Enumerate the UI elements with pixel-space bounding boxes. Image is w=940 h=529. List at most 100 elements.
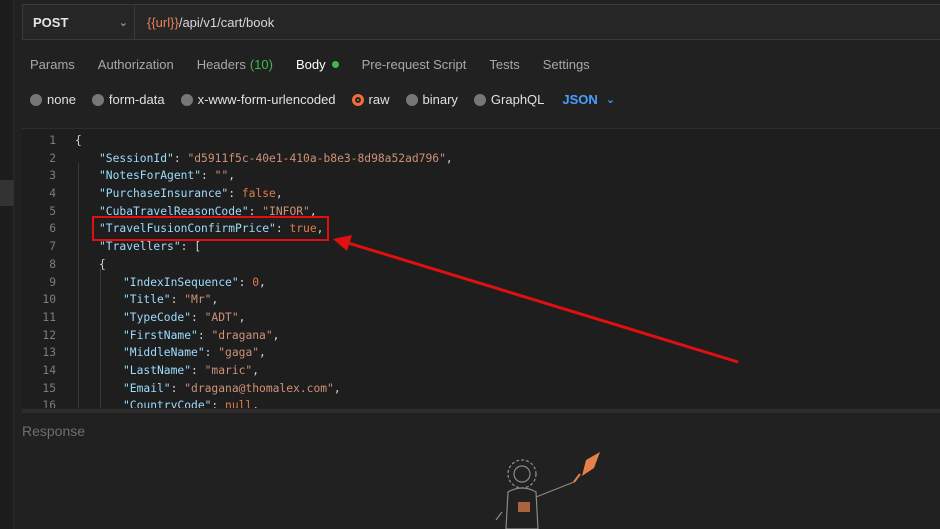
tab-settings[interactable]: Settings: [543, 57, 590, 72]
json-key: "SessionId": [99, 151, 174, 165]
json-key: "NotesForAgent": [99, 169, 202, 183]
radio-x-www-form-urlencoded[interactable]: x-www-form-urlencoded: [180, 92, 336, 107]
code-line: 1{: [22, 132, 940, 150]
format-select[interactable]: JSON ⌄: [562, 92, 615, 107]
json-value: "dragana@thomalex.com": [184, 381, 334, 395]
radio-form-data[interactable]: form-data: [91, 92, 165, 107]
json-value: "maric": [204, 363, 253, 377]
code-content: "FirstName": "dragana",: [123, 328, 280, 342]
tab-label: Tests: [489, 57, 520, 72]
tab-label: Settings: [542, 57, 590, 72]
code-content: "Title": "Mr",: [123, 293, 219, 307]
json-value: "dragana": [211, 328, 273, 342]
json-key: "Title": [123, 293, 171, 307]
code-content: {: [99, 256, 106, 274]
line-number: 11: [42, 310, 56, 324]
url-path: /api/v1/cart/book: [178, 14, 275, 30]
radio-label: raw: [368, 92, 390, 107]
code-punctuation: ,: [259, 275, 266, 289]
radio-none[interactable]: none: [30, 92, 76, 107]
radio-binary[interactable]: binary: [405, 92, 458, 107]
active-dot-icon: [331, 61, 339, 68]
line-number: 5: [49, 204, 56, 218]
line-number: 3: [49, 169, 56, 183]
radio-circle-icon: [91, 93, 104, 106]
url-variable: {{url}}: [147, 14, 179, 30]
tab-label: Body: [295, 57, 326, 72]
method-label: POST: [33, 14, 69, 30]
radio-circle-icon: [405, 93, 418, 106]
radio-graphql[interactable]: GraphQL: [473, 92, 545, 107]
left-sidebar-strip: [0, 0, 14, 529]
code-content: {: [75, 132, 82, 150]
method-select[interactable]: POST ⌄: [23, 5, 135, 39]
code-content: "CountryCode": null,: [123, 397, 259, 408]
radio-label: form-data: [108, 92, 165, 107]
json-value: "Mr": [184, 293, 212, 307]
tab-params[interactable]: Params: [30, 57, 75, 72]
json-key: "FirstName": [123, 328, 198, 342]
code-punctuation: ,: [272, 328, 280, 342]
json-key: "Email": [123, 381, 171, 395]
headers-count-badge: (10): [249, 57, 273, 72]
body-type-radios: none form-data x-www-form-urlencoded raw…: [30, 92, 615, 107]
line-number: 16: [42, 399, 56, 408]
code-line: 12 "FirstName": "dragana",: [22, 327, 940, 345]
radio-circle-icon: [180, 93, 193, 106]
code-line: 8{: [22, 256, 940, 274]
line-number: 9: [49, 275, 56, 289]
request-tabs: Params Authorization Headers (10) Body Pr…: [30, 57, 613, 72]
code-line: 3 "NotesForAgent": "",: [22, 167, 940, 185]
code-line: 4 "PurchaseInsurance": false,: [22, 185, 940, 203]
radio-selected-icon: [351, 93, 364, 106]
tab-pre-request-script[interactable]: Pre-request Script: [362, 57, 467, 72]
request-bar: POST ⌄ {{url}}/api/v1/cart/book: [22, 4, 940, 40]
code-punctuation: ,: [252, 363, 260, 377]
code-line: 10 "Title": "Mr",: [22, 291, 940, 309]
chevron-down-icon: ⌄: [605, 94, 616, 106]
url-input[interactable]: {{url}}/api/v1/cart/book: [135, 15, 274, 30]
astronaut-rocket-illustration-icon: [495, 452, 600, 529]
tab-label: Headers: [196, 57, 246, 72]
line-number: 7: [49, 240, 56, 254]
tab-tests[interactable]: Tests: [489, 57, 519, 72]
line-number: 8: [49, 257, 56, 271]
code-punctuation: ,: [275, 187, 283, 201]
tab-label: Pre-request Script: [361, 57, 467, 72]
code-content: "PurchaseInsurance": false,: [99, 187, 283, 201]
radio-raw[interactable]: raw: [351, 92, 390, 107]
json-value: "d5911f5c-40e1-410a-b8e3-8d98a52ad796": [187, 151, 446, 165]
code-line: 11 "TypeCode": "ADT",: [22, 309, 940, 327]
code-content: "IndexInSequence": 0,: [123, 275, 266, 289]
line-number: 1: [49, 134, 56, 147]
code-punctuation: ,: [333, 381, 341, 395]
code-line: 14 "LastName": "maric",: [22, 362, 940, 380]
code-punctuation: ,: [238, 310, 246, 324]
sidebar-marker: [0, 180, 14, 206]
tab-body[interactable]: Body: [296, 57, 339, 72]
code-line: 9 "IndexInSequence": 0,: [22, 274, 940, 292]
radio-label: GraphQL: [490, 92, 545, 107]
radio-label: x-www-form-urlencoded: [197, 92, 336, 107]
line-number: 4: [49, 187, 56, 201]
tab-authorization[interactable]: Authorization: [98, 57, 174, 72]
code-editor[interactable]: 1{2 "SessionId": "d5911f5c-40e1-410a-b8e3…: [22, 128, 940, 408]
tab-headers[interactable]: Headers (10): [197, 57, 273, 72]
code-content: "TypeCode": "ADT",: [123, 310, 246, 324]
tab-label: Params: [30, 57, 75, 72]
code-line: 13 "MiddleName": "gaga",: [22, 344, 940, 362]
line-number: 14: [42, 363, 56, 377]
json-value: "ADT": [204, 310, 239, 324]
json-key: "CountryCode": [123, 399, 212, 408]
panel-divider[interactable]: [22, 409, 940, 413]
code-punctuation: ,: [445, 151, 453, 165]
format-label: JSON: [562, 92, 598, 107]
chevron-down-icon: ⌄: [118, 16, 128, 29]
code-punctuation: ,: [211, 293, 219, 307]
code-content: "LastName": "maric",: [123, 363, 260, 377]
code-punctuation: {: [75, 134, 82, 147]
radio-circle-icon: [473, 93, 486, 106]
line-number: 2: [49, 151, 56, 165]
code-punctuation: ,: [228, 169, 236, 183]
line-number: 12: [42, 328, 56, 342]
